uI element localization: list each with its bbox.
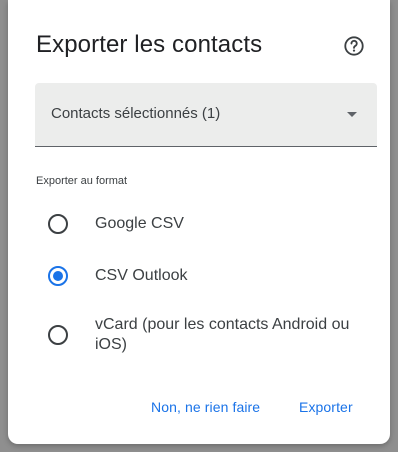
help-button[interactable] bbox=[338, 30, 370, 62]
option-label-google-csv: Google CSV bbox=[95, 215, 184, 232]
dropdown-arrow-icon bbox=[347, 112, 357, 117]
radio-google-csv[interactable] bbox=[48, 214, 68, 234]
option-label-csv-outlook: CSV Outlook bbox=[95, 267, 188, 284]
export-button[interactable]: Exporter bbox=[299, 399, 353, 415]
cancel-button[interactable]: Non, ne rien faire bbox=[151, 399, 260, 415]
option-label-vcard: vCard (pour les contacts Android ou iOS) bbox=[95, 316, 350, 353]
export-contacts-dialog: Exporter les contacts Contacts sélection… bbox=[8, 0, 390, 444]
format-option-vcard[interactable]: vCard (pour les contacts Android ou iOS) bbox=[48, 315, 375, 355]
radio-vcard[interactable] bbox=[48, 325, 68, 345]
dialog-title: Exporter les contacts bbox=[36, 31, 263, 58]
format-option-csv-outlook[interactable]: CSV Outlook bbox=[48, 266, 187, 286]
contacts-selection-dropdown[interactable]: Contacts sélectionnés (1) bbox=[35, 83, 377, 147]
dropdown-value: Contacts sélectionnés (1) bbox=[51, 105, 221, 122]
format-option-google-csv[interactable]: Google CSV bbox=[48, 214, 184, 234]
format-section-label: Exporter au format bbox=[36, 175, 128, 187]
help-circle-icon bbox=[344, 36, 364, 56]
radio-csv-outlook[interactable] bbox=[48, 266, 68, 286]
